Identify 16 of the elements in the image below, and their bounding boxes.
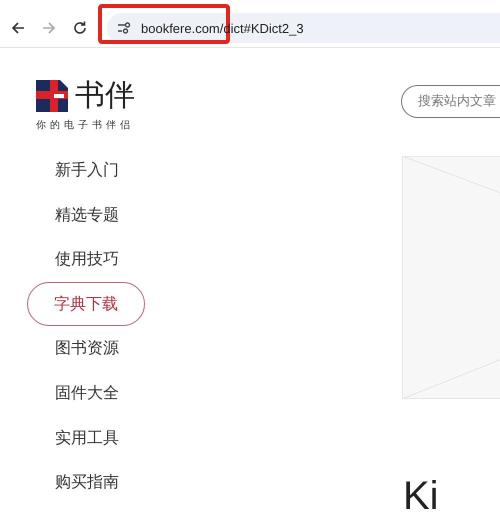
article-heading: Ki — [403, 476, 439, 516]
nav-item[interactable]: 图书资源 — [27, 326, 147, 370]
nav-item[interactable]: 字典下载 — [27, 282, 145, 326]
back-icon[interactable] — [10, 20, 26, 36]
search-field[interactable]: 搜索站内文章 — [401, 85, 500, 118]
site-settings-icon[interactable] — [117, 21, 131, 35]
nav-item[interactable]: 新手入门 — [27, 148, 147, 192]
nav-item[interactable]: 固件大全 — [27, 370, 147, 415]
logo-text: 书伴 — [75, 80, 135, 112]
nav-item[interactable]: 实用工具 — [27, 416, 147, 460]
tagline: 你的电子书伴侣 — [36, 118, 135, 132]
nav-item[interactable]: 使用技巧 — [27, 237, 147, 282]
reload-icon[interactable] — [72, 20, 88, 36]
logo-icon — [36, 80, 68, 112]
nav-item[interactable]: 购买指南 — [27, 460, 147, 504]
nav-item[interactable]: 精选专题 — [27, 192, 147, 237]
